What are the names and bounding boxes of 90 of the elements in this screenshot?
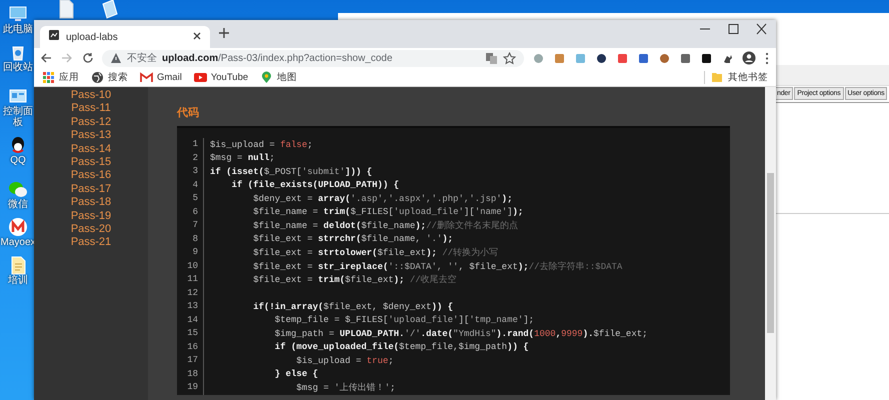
code-line: $file_name = trim($_FILES['upload_file']['name']); — [252, 207, 524, 218]
line-number: 18 — [177, 368, 204, 381]
level-link[interactable]: Pass-18 — [70, 196, 112, 210]
code-line: $msg = null; — [210, 153, 275, 164]
translate-icon[interactable] — [485, 52, 498, 64]
line-number: 19 — [177, 381, 204, 394]
warning-icon — [110, 52, 122, 64]
line-number: 9 — [177, 246, 204, 260]
computer-icon[interactable] — [8, 4, 28, 24]
back-arrow-icon[interactable] — [40, 52, 52, 64]
level-link[interactable]: Pass-13 — [70, 129, 112, 143]
bookmark-item[interactable]: YouTube — [194, 70, 248, 84]
scrollbar[interactable] — [765, 87, 776, 400]
code-line: $is_upload = true; — [295, 356, 394, 366]
folder-icon — [711, 71, 723, 83]
line-number: 3 — [177, 165, 204, 178]
line-number: 12 — [177, 286, 204, 300]
maximize-icon[interactable] — [726, 23, 740, 35]
section-title: 代码 — [177, 106, 200, 120]
line-number: 2 — [177, 152, 204, 165]
code-line: $file_ext = trim($file_ext); //收尾去空 — [252, 274, 457, 286]
page-icon — [48, 29, 60, 41]
level-link[interactable]: Pass-20 — [70, 223, 112, 236]
extension-icon[interactable] — [700, 52, 713, 64]
desktop-icon-label[interactable]: 回收站 — [3, 62, 33, 73]
code-line: $img_path = UPLOAD_PATH.'/'.date("YmdHis").rand(1000,9999).$file_ext; — [274, 328, 648, 339]
level-link[interactable]: Pass-14 — [70, 142, 112, 156]
close-icon[interactable] — [754, 23, 768, 35]
desktop-icon-label[interactable]: 培训 — [8, 275, 28, 286]
line-number: 15 — [177, 327, 204, 340]
line-number: 8 — [177, 232, 204, 246]
code-line: $msg = '上传出错！'; — [295, 382, 396, 394]
code-line: $file_name = deldot($file_name);//删除文件名末尾的点 — [252, 220, 518, 232]
bookmark-item[interactable]: 搜索 — [91, 70, 128, 84]
line-number: 4 — [177, 178, 204, 192]
security-label[interactable]: 不安全 — [127, 51, 157, 65]
level-link[interactable]: Pass-15 — [70, 156, 112, 170]
profile-icon[interactable] — [742, 51, 756, 65]
code-line: $file_ext = str_ireplace('::$DATA', '', $file_ext);//去除字符串::$DATA — [252, 260, 622, 273]
desktop-icon-label[interactable]: QQ — [10, 155, 26, 166]
desktop-icon-label[interactable]: 微信 — [8, 199, 28, 210]
code-line: } else { — [274, 369, 318, 380]
code-line: $temp_file = $_FILES['upload_file']['tmp_name']; — [274, 315, 534, 326]
code-line: if(!in_array($file_ext, $deny_ext)) { — [252, 302, 454, 312]
bookmark-item[interactable]: Gmail — [140, 70, 182, 84]
level-link[interactable]: Pass-19 — [70, 210, 112, 224]
desktop-icon-label[interactable]: 此电脑 — [3, 24, 33, 35]
close-icon — [192, 30, 202, 40]
code-line: if (file_exists(UPLOAD_PATH)) { — [230, 180, 400, 190]
desktop-icon-label[interactable]: Mayoex — [0, 237, 36, 248]
menu-icon[interactable] — [764, 52, 770, 64]
plus-icon — [218, 26, 230, 38]
level-link[interactable]: Pass-12 — [70, 116, 112, 130]
line-number: 11 — [177, 273, 204, 286]
level-link[interactable]: Pass-21 — [70, 236, 112, 250]
browser-tab[interactable]: upload-labs — [40, 26, 210, 48]
code-line: if (isset($_POST['submit'])) { — [210, 166, 372, 177]
line-number: 10 — [177, 260, 204, 273]
line-number: 1 — [177, 138, 204, 152]
line-number: 13 — [177, 300, 204, 314]
desktop-icon-label[interactable]: 控制面板 — [0, 106, 36, 128]
level-link[interactable]: Pass-17 — [70, 182, 112, 196]
line-number: 7 — [177, 219, 204, 232]
level-link[interactable]: Pass-16 — [70, 169, 112, 183]
star-icon[interactable] — [503, 52, 516, 64]
url-text[interactable]: upload.com/Pass-03/index.php?action=show_code — [162, 52, 480, 64]
code-line: if (move_uploaded_file($temp_file,$img_path)) { — [274, 342, 529, 352]
chat-bubbles-icon[interactable] — [8, 179, 28, 199]
line-number: 5 — [177, 192, 204, 206]
bookmark-item[interactable]: 地图 — [260, 70, 298, 84]
code-line: $is_upload = false; — [210, 140, 313, 150]
letter-m-icon[interactable] — [8, 217, 28, 237]
level-link[interactable]: Pass-11 — [71, 102, 111, 116]
code-line: $file_ext = strtolower($file_ext); //转换为小写 — [252, 246, 498, 260]
video-play-icon — [194, 70, 207, 84]
code-line: $deny_ext = array('.asp','.aspx','.php','.jsp'); — [252, 194, 512, 204]
code-line: $file_ext = strrchr($file_name, '.'); — [252, 234, 454, 244]
level-link[interactable]: Pass-10 — [70, 89, 112, 102]
other-bookmarks[interactable]: 其他书签 — [704, 70, 768, 84]
apps-grid-icon — [42, 70, 55, 84]
line-number: 14 — [177, 314, 204, 327]
bookmark-item[interactable]: 应用 — [42, 70, 79, 84]
line-number: 16 — [177, 340, 204, 354]
mail-icon — [140, 70, 153, 84]
map-pin-icon — [260, 70, 274, 84]
line-number: 17 — [177, 354, 204, 368]
globe-icon — [91, 70, 104, 84]
reload-icon[interactable] — [82, 52, 94, 64]
extension-icon[interactable] — [595, 52, 608, 64]
line-number: 6 — [177, 206, 204, 219]
